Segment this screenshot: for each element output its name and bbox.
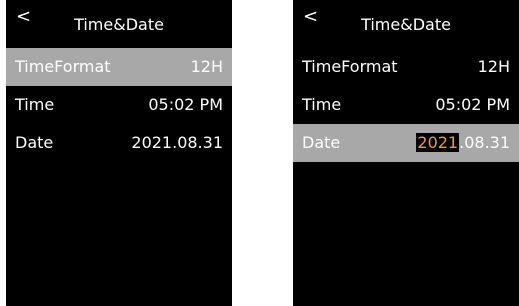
menu-row-timeformat[interactable]: TimeFormat 12H	[6, 48, 232, 86]
menu-row-value: 05:02 PM	[148, 95, 223, 114]
menu-row-time[interactable]: Time 05:02 PM	[6, 86, 232, 124]
menu-row-label: Date	[302, 133, 341, 152]
screen-title: Time&Date	[361, 15, 451, 34]
device-screen-left: < Time&Date TimeFormat 12H Time 05:02 PM…	[6, 0, 232, 306]
menu-row-label: TimeFormat	[15, 57, 111, 76]
screen-header: < Time&Date	[293, 0, 519, 40]
date-month-day: .08.31	[459, 133, 510, 152]
menu-row-value: 2021.08.31	[131, 133, 223, 152]
menu-row-value: 12H	[190, 57, 223, 76]
screen-header: < Time&Date	[6, 0, 232, 40]
menu-row-timeformat[interactable]: TimeFormat 12H	[293, 48, 519, 86]
menu-row-value: 05:02 PM	[435, 95, 510, 114]
menu-row-label: Time	[302, 95, 342, 114]
device-screen-right: < Time&Date TimeFormat 12H Time 05:02 PM…	[293, 0, 519, 306]
menu-row-date[interactable]: Date 2021.08.31	[6, 124, 232, 162]
date-value-editor: 2021.08.31	[416, 133, 510, 153]
menu-row-label: Time	[15, 95, 55, 114]
menu-row-time[interactable]: Time 05:02 PM	[293, 86, 519, 124]
menu-row-value: 12H	[477, 57, 510, 76]
menu-row-label: Date	[15, 133, 54, 152]
year-edit-field[interactable]: 2021	[416, 133, 460, 152]
menu-row-label: TimeFormat	[302, 57, 398, 76]
screen-title: Time&Date	[74, 15, 164, 34]
menu-row-date[interactable]: Date 2021.08.31	[293, 124, 519, 162]
